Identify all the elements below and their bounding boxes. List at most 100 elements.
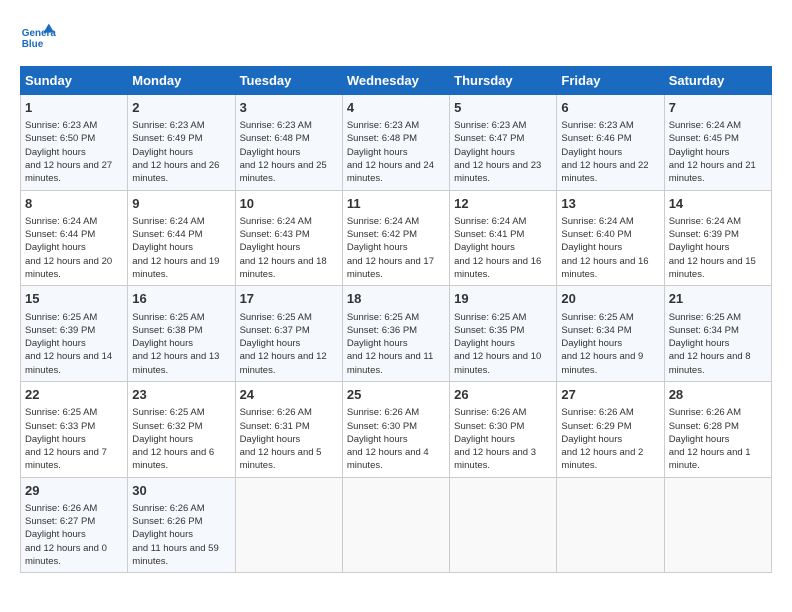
- day-number: 19: [454, 290, 552, 308]
- sunset-label: Sunset: 6:44 PM: [25, 229, 95, 240]
- daylight-label: Daylight hours: [132, 434, 193, 445]
- daylight-label: Daylight hours: [454, 242, 515, 253]
- sunset-label: Sunset: 6:38 PM: [132, 325, 202, 336]
- calendar-cell: [557, 477, 664, 573]
- day-number: 7: [669, 99, 767, 117]
- header-wednesday: Wednesday: [342, 67, 449, 95]
- day-number: 12: [454, 195, 552, 213]
- daylight-label: Daylight hours: [561, 242, 622, 253]
- sunset-label: Sunset: 6:28 PM: [669, 421, 739, 432]
- daylight-duration: and 12 hours and 15 minutes.: [669, 256, 756, 280]
- calendar-table: SundayMondayTuesdayWednesdayThursdayFrid…: [20, 66, 772, 573]
- sunrise-label: Sunrise: 6:24 AM: [132, 216, 204, 227]
- daylight-label: Daylight hours: [454, 147, 515, 158]
- day-number: 27: [561, 386, 659, 404]
- daylight-label: Daylight hours: [561, 147, 622, 158]
- calendar-cell: 6 Sunrise: 6:23 AM Sunset: 6:46 PM Dayli…: [557, 95, 664, 191]
- calendar-cell: 11 Sunrise: 6:24 AM Sunset: 6:42 PM Dayl…: [342, 190, 449, 286]
- sunrise-label: Sunrise: 6:23 AM: [132, 120, 204, 131]
- daylight-label: Daylight hours: [347, 147, 408, 158]
- daylight-duration: and 12 hours and 23 minutes.: [454, 160, 541, 184]
- calendar-week-1: 8 Sunrise: 6:24 AM Sunset: 6:44 PM Dayli…: [21, 190, 772, 286]
- sunset-label: Sunset: 6:37 PM: [240, 325, 310, 336]
- calendar-cell: 25 Sunrise: 6:26 AM Sunset: 6:30 PM Dayl…: [342, 382, 449, 478]
- calendar-cell: [664, 477, 771, 573]
- sunset-label: Sunset: 6:26 PM: [132, 516, 202, 527]
- day-number: 26: [454, 386, 552, 404]
- sunset-label: Sunset: 6:36 PM: [347, 325, 417, 336]
- sunset-label: Sunset: 6:27 PM: [25, 516, 95, 527]
- daylight-label: Daylight hours: [240, 147, 301, 158]
- day-number: 14: [669, 195, 767, 213]
- daylight-label: Daylight hours: [347, 434, 408, 445]
- day-number: 11: [347, 195, 445, 213]
- sunset-label: Sunset: 6:49 PM: [132, 133, 202, 144]
- sunset-label: Sunset: 6:46 PM: [561, 133, 631, 144]
- calendar-cell: [342, 477, 449, 573]
- sunset-label: Sunset: 6:33 PM: [25, 421, 95, 432]
- sunset-label: Sunset: 6:29 PM: [561, 421, 631, 432]
- calendar-cell: 24 Sunrise: 6:26 AM Sunset: 6:31 PM Dayl…: [235, 382, 342, 478]
- calendar-cell: [450, 477, 557, 573]
- sunrise-label: Sunrise: 6:24 AM: [240, 216, 312, 227]
- sunset-label: Sunset: 6:42 PM: [347, 229, 417, 240]
- daylight-label: Daylight hours: [132, 338, 193, 349]
- sunrise-label: Sunrise: 6:26 AM: [454, 407, 526, 418]
- day-number: 1: [25, 99, 123, 117]
- sunset-label: Sunset: 6:39 PM: [25, 325, 95, 336]
- daylight-duration: and 12 hours and 5 minutes.: [240, 447, 322, 471]
- calendar-cell: 3 Sunrise: 6:23 AM Sunset: 6:48 PM Dayli…: [235, 95, 342, 191]
- sunrise-label: Sunrise: 6:23 AM: [454, 120, 526, 131]
- sunrise-label: Sunrise: 6:25 AM: [240, 312, 312, 323]
- calendar-cell: 5 Sunrise: 6:23 AM Sunset: 6:47 PM Dayli…: [450, 95, 557, 191]
- calendar-cell: 29 Sunrise: 6:26 AM Sunset: 6:27 PM Dayl…: [21, 477, 128, 573]
- daylight-duration: and 12 hours and 22 minutes.: [561, 160, 648, 184]
- sunrise-label: Sunrise: 6:24 AM: [454, 216, 526, 227]
- day-number: 30: [132, 482, 230, 500]
- daylight-duration: and 12 hours and 10 minutes.: [454, 351, 541, 375]
- calendar-cell: 28 Sunrise: 6:26 AM Sunset: 6:28 PM Dayl…: [664, 382, 771, 478]
- daylight-label: Daylight hours: [454, 434, 515, 445]
- sunset-label: Sunset: 6:45 PM: [669, 133, 739, 144]
- daylight-duration: and 12 hours and 0 minutes.: [25, 543, 107, 567]
- calendar-cell: 27 Sunrise: 6:26 AM Sunset: 6:29 PM Dayl…: [557, 382, 664, 478]
- day-number: 6: [561, 99, 659, 117]
- day-number: 2: [132, 99, 230, 117]
- sunrise-label: Sunrise: 6:26 AM: [669, 407, 741, 418]
- sunrise-label: Sunrise: 6:24 AM: [347, 216, 419, 227]
- daylight-label: Daylight hours: [669, 242, 730, 253]
- day-number: 9: [132, 195, 230, 213]
- calendar-cell: 16 Sunrise: 6:25 AM Sunset: 6:38 PM Dayl…: [128, 286, 235, 382]
- sunrise-label: Sunrise: 6:24 AM: [561, 216, 633, 227]
- sunrise-label: Sunrise: 6:25 AM: [454, 312, 526, 323]
- daylight-label: Daylight hours: [25, 338, 86, 349]
- daylight-duration: and 12 hours and 11 minutes.: [347, 351, 433, 375]
- calendar-header: SundayMondayTuesdayWednesdayThursdayFrid…: [21, 67, 772, 95]
- calendar-cell: 19 Sunrise: 6:25 AM Sunset: 6:35 PM Dayl…: [450, 286, 557, 382]
- calendar-cell: 13 Sunrise: 6:24 AM Sunset: 6:40 PM Dayl…: [557, 190, 664, 286]
- calendar-cell: [235, 477, 342, 573]
- daylight-label: Daylight hours: [240, 434, 301, 445]
- calendar-cell: 26 Sunrise: 6:26 AM Sunset: 6:30 PM Dayl…: [450, 382, 557, 478]
- sunset-label: Sunset: 6:41 PM: [454, 229, 524, 240]
- sunrise-label: Sunrise: 6:26 AM: [240, 407, 312, 418]
- calendar-cell: 15 Sunrise: 6:25 AM Sunset: 6:39 PM Dayl…: [21, 286, 128, 382]
- daylight-duration: and 12 hours and 9 minutes.: [561, 351, 643, 375]
- daylight-label: Daylight hours: [25, 434, 86, 445]
- day-number: 24: [240, 386, 338, 404]
- daylight-label: Daylight hours: [25, 147, 86, 158]
- daylight-label: Daylight hours: [240, 242, 301, 253]
- sunset-label: Sunset: 6:31 PM: [240, 421, 310, 432]
- header-thursday: Thursday: [450, 67, 557, 95]
- logo: General Blue: [20, 20, 62, 56]
- sunrise-label: Sunrise: 6:25 AM: [561, 312, 633, 323]
- daylight-duration: and 12 hours and 2 minutes.: [561, 447, 643, 471]
- sunset-label: Sunset: 6:39 PM: [669, 229, 739, 240]
- calendar-cell: 21 Sunrise: 6:25 AM Sunset: 6:34 PM Dayl…: [664, 286, 771, 382]
- sunset-label: Sunset: 6:44 PM: [132, 229, 202, 240]
- daylight-label: Daylight hours: [240, 338, 301, 349]
- sunset-label: Sunset: 6:47 PM: [454, 133, 524, 144]
- sunrise-label: Sunrise: 6:25 AM: [132, 407, 204, 418]
- calendar-cell: 22 Sunrise: 6:25 AM Sunset: 6:33 PM Dayl…: [21, 382, 128, 478]
- daylight-duration: and 12 hours and 14 minutes.: [25, 351, 112, 375]
